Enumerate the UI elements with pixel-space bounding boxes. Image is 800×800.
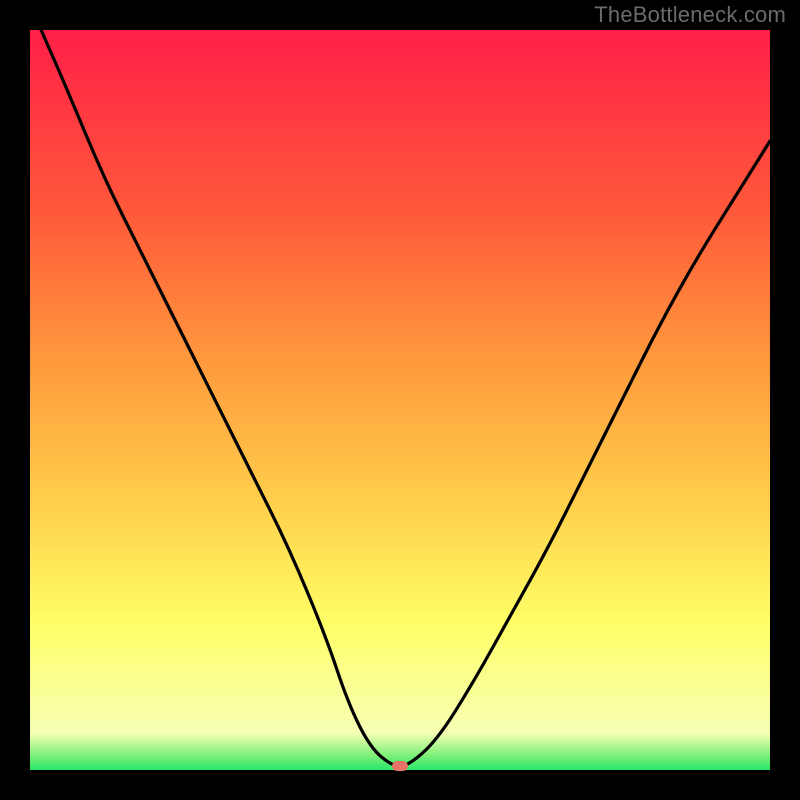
plot-area (30, 30, 770, 770)
minimum-marker (392, 761, 408, 771)
chart-frame: TheBottleneck.com (0, 0, 800, 800)
curve-svg (30, 30, 770, 770)
bottleneck-curve (41, 30, 770, 766)
watermark-text: TheBottleneck.com (594, 2, 786, 28)
